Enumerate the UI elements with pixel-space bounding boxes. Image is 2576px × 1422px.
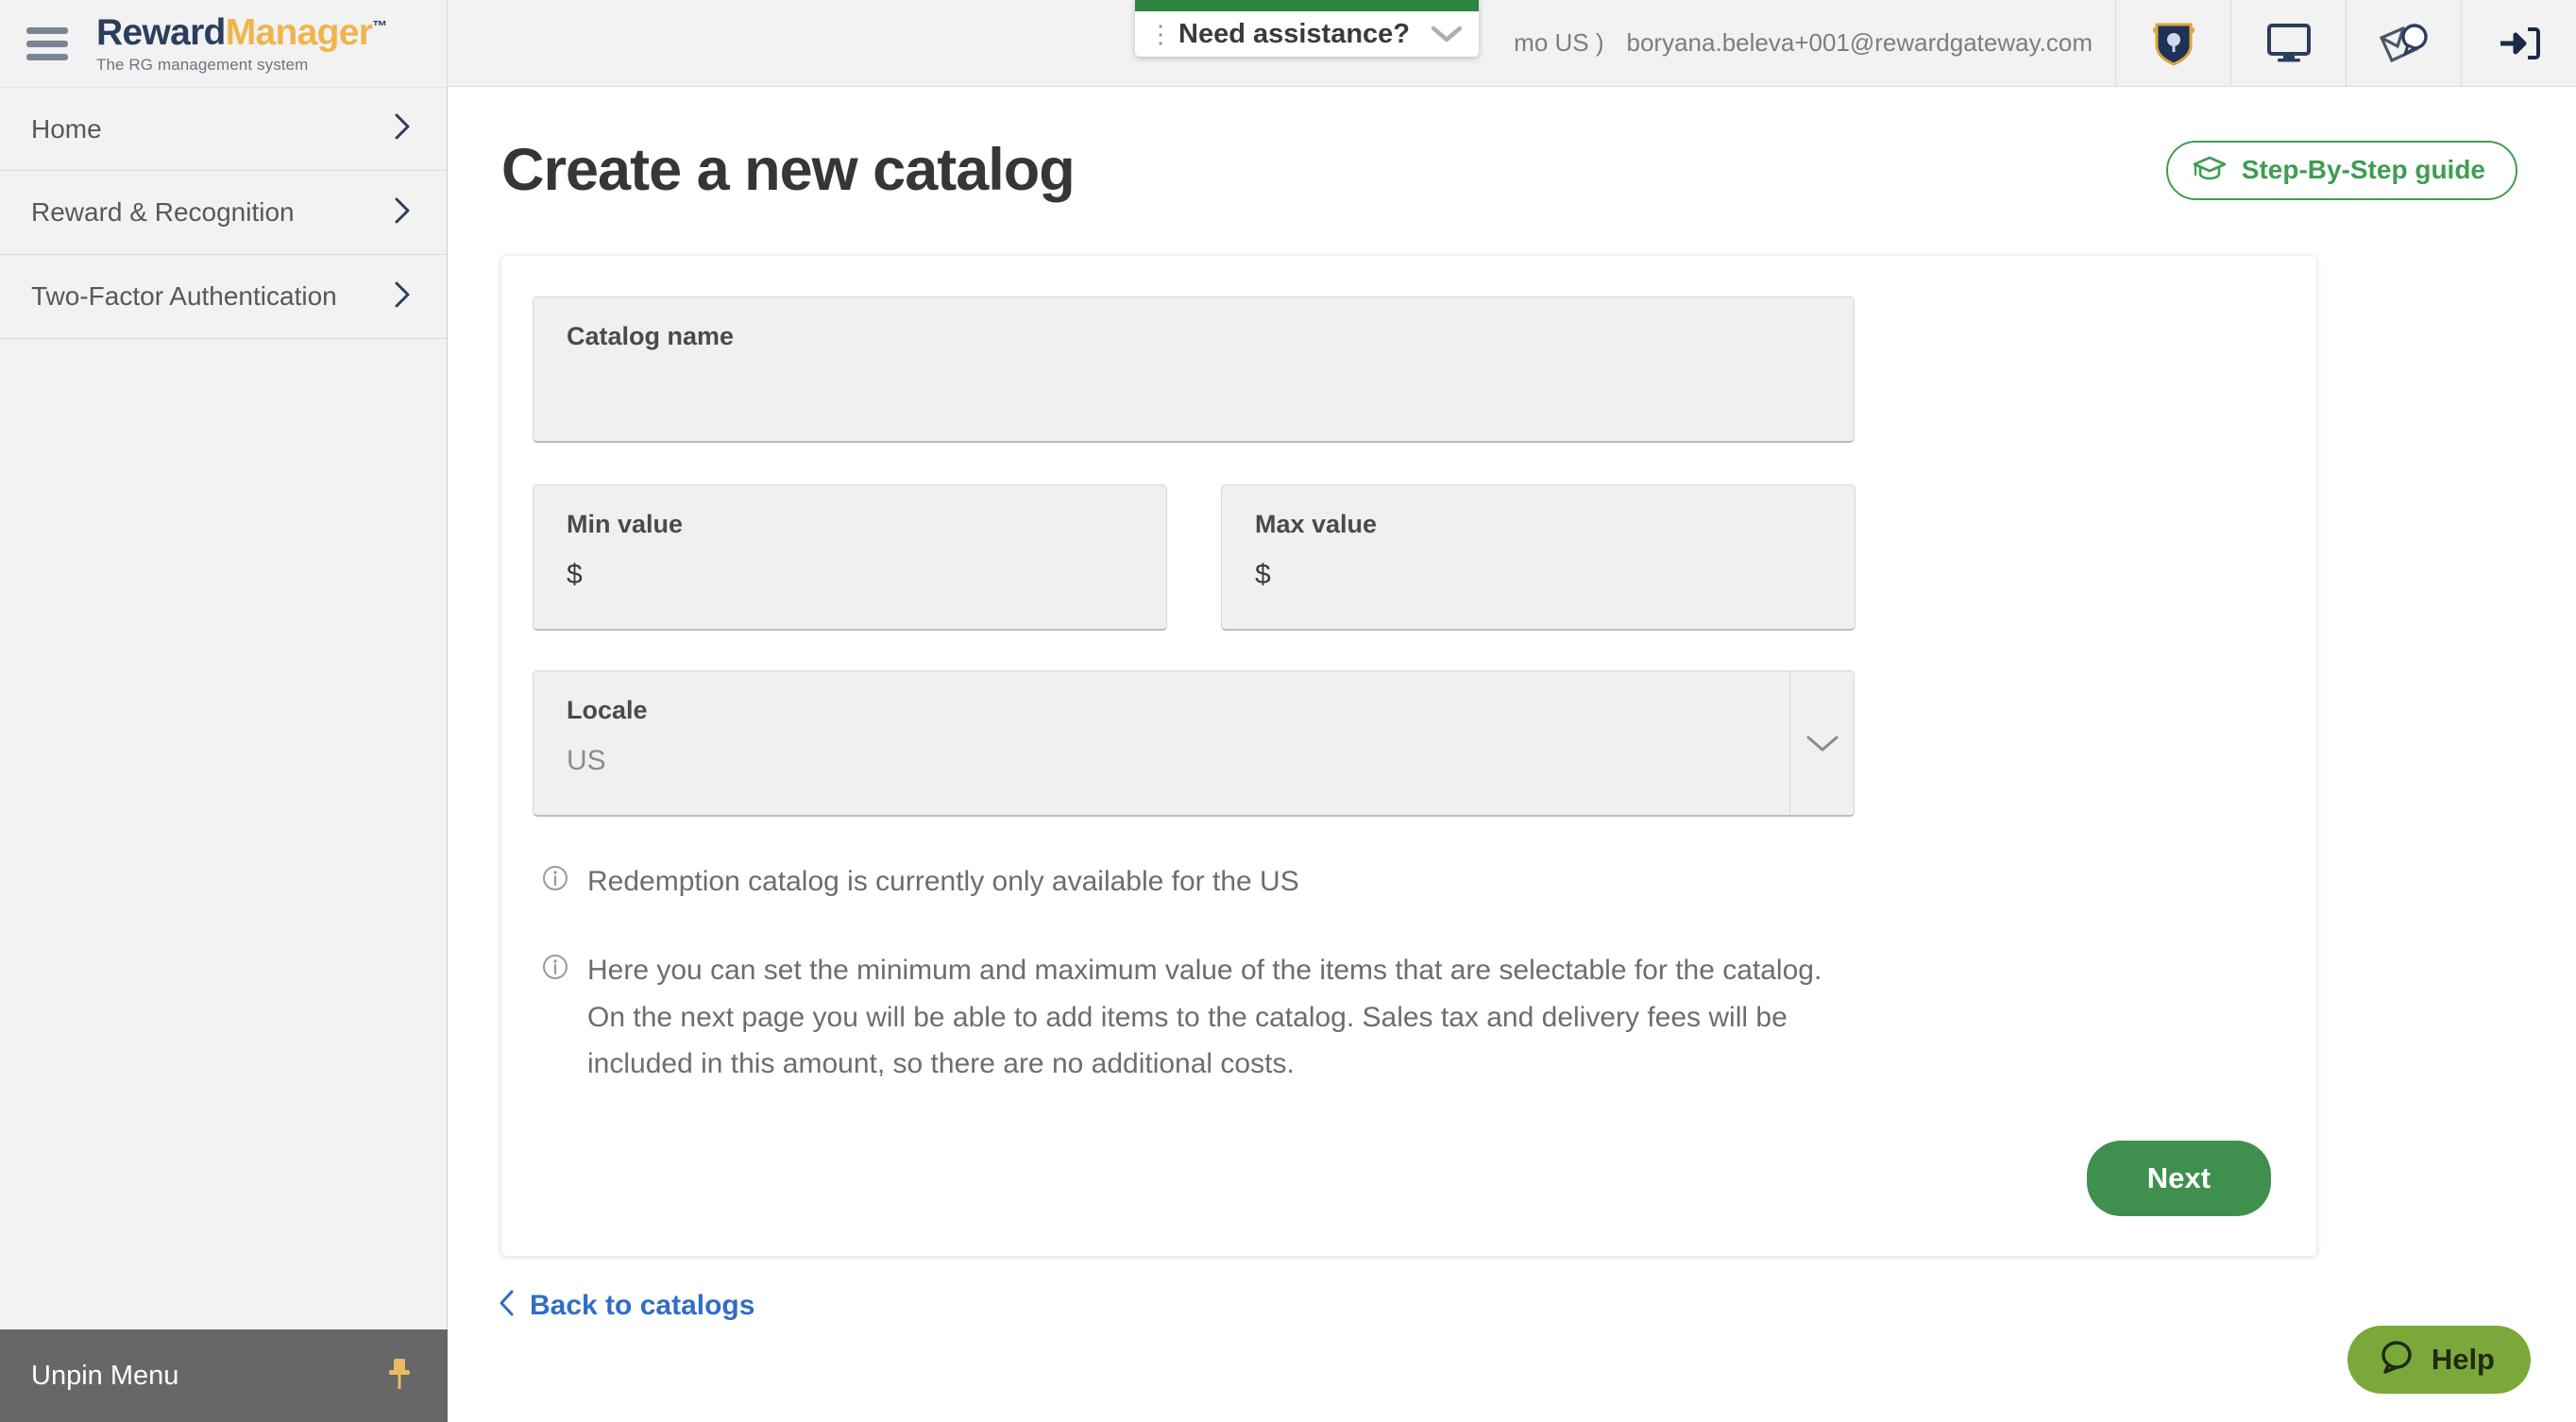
info-icon	[542, 954, 568, 985]
sidebar-item-label: Home	[31, 113, 102, 144]
info-glyph	[543, 866, 568, 890]
chevron-right-icon	[392, 279, 413, 314]
hamburger-line	[26, 53, 68, 60]
min-value-label: Min value	[567, 510, 684, 538]
unpin-menu-button[interactable]: Unpin Menu	[0, 1329, 448, 1422]
shield-badge-icon[interactable]	[2115, 0, 2230, 87]
logout-glyph	[2500, 26, 2540, 59]
help-button[interactable]: Help	[2347, 1326, 2531, 1394]
chevron-left-glyph	[500, 1290, 514, 1316]
info-glyph	[543, 954, 568, 979]
brand-logo[interactable]: RewardManager™ The RG management system	[96, 12, 387, 74]
chevron-right-glyph	[395, 197, 410, 223]
chevron-right-icon	[392, 111, 413, 146]
sidebar-item-reward-recognition[interactable]: Reward & Recognition	[0, 171, 447, 255]
sidebar-empty-space	[0, 339, 447, 1340]
chevron-right-glyph	[395, 113, 410, 140]
chevron-right-icon	[392, 195, 413, 230]
locale-select-display[interactable]: Locale US	[534, 671, 1789, 815]
next-button[interactable]: Next	[2086, 1141, 2271, 1217]
pin-glyph	[389, 1358, 410, 1389]
value-range-hint: Here you can set the minimum and maximum…	[533, 947, 1836, 1088]
graduation-cap-glyph	[2193, 156, 2227, 179]
unpin-menu-label: Unpin Menu	[31, 1360, 179, 1391]
shield-badge-glyph	[2152, 23, 2195, 66]
brand-name-first: Reward	[96, 12, 226, 53]
logout-icon[interactable]	[2461, 0, 2576, 87]
max-value-field[interactable]: Max value $	[1221, 484, 1856, 631]
trademark-symbol: ™	[372, 19, 387, 35]
back-to-catalogs-link[interactable]: Back to catalogs	[498, 1288, 754, 1323]
hamburger-line	[26, 26, 68, 34]
mail-feedback-glyph	[2379, 23, 2428, 62]
card-actions: Next	[533, 1141, 2271, 1217]
chevron-down-glyph	[1806, 736, 1838, 752]
step-by-step-guide-label: Step-By-Step guide	[2241, 155, 2485, 184]
speech-bubble-icon	[2378, 1340, 2415, 1380]
step-by-step-guide-button[interactable]: Step-By-Step guide	[2165, 140, 2517, 200]
top-bar-right: mo US ) boryana.beleva+001@rewardgateway…	[448, 0, 2576, 87]
drag-handle-icon[interactable]: ⋮	[1148, 22, 1173, 46]
top-bar: RewardManager™ The RG management system …	[0, 0, 2576, 87]
hamburger-menu-icon[interactable]	[26, 26, 68, 60]
page-title: Create a new catalog	[501, 137, 1076, 203]
back-to-catalogs-label: Back to catalogs	[530, 1289, 755, 1321]
mail-feedback-icon[interactable]	[2346, 0, 2461, 87]
chevron-left-icon	[498, 1288, 517, 1323]
assistance-body[interactable]: ⋮ Need assistance?	[1135, 11, 1479, 57]
locale-label: Locale	[567, 696, 648, 724]
value-range-text: Here you can set the minimum and maximum…	[587, 954, 1822, 1080]
brand-title: RewardManager™	[96, 12, 387, 53]
locale-value: US	[567, 745, 606, 776]
max-value-currency-prefix: $	[1255, 559, 1271, 590]
need-assistance-widget[interactable]: ⋮ Need assistance?	[1135, 0, 1479, 57]
chevron-down-icon[interactable]	[1789, 671, 1854, 815]
brand-zone: RewardManager™ The RG management system	[0, 0, 448, 87]
speech-bubble-glyph	[2381, 1340, 2412, 1374]
sidebar: Home Reward & Recognition Two-Factor Aut…	[0, 87, 448, 1422]
chevron-down-glyph	[1431, 25, 1463, 42]
hamburger-line	[26, 40, 68, 47]
create-catalog-card: Catalog name Min value $ Max value $ Loc…	[501, 256, 2316, 1257]
monitor-glyph	[2266, 23, 2311, 61]
page-header: Create a new catalog Step-By-Step guide	[449, 87, 2576, 204]
assistance-accent-bar	[1135, 0, 1479, 11]
sidebar-item-label: Reward & Recognition	[31, 197, 295, 227]
value-range-row: Min value $ Max value $	[533, 484, 2271, 631]
assistance-label: Need assistance?	[1178, 18, 1411, 49]
monitor-icon[interactable]	[2230, 0, 2346, 87]
sidebar-item-home[interactable]: Home	[0, 87, 447, 171]
locale-availability-hint: Redemption catalog is currently only ava…	[533, 858, 1836, 906]
info-icon	[542, 865, 568, 896]
catalog-name-field[interactable]: Catalog name	[533, 296, 1855, 443]
sidebar-item-label: Two-Factor Authentication	[31, 281, 337, 311]
chevron-right-glyph	[395, 281, 410, 307]
catalog-name-label: Catalog name	[567, 322, 735, 350]
graduation-cap-icon	[2193, 155, 2227, 186]
min-value-field[interactable]: Min value $	[533, 484, 1167, 631]
main-content: Create a new catalog Step-By-Step guide …	[449, 87, 2576, 1422]
max-value-label: Max value	[1255, 510, 1378, 538]
locale-availability-text: Redemption catalog is currently only ava…	[587, 866, 1299, 897]
pin-icon	[385, 1356, 414, 1397]
help-label: Help	[2431, 1343, 2495, 1376]
locale-select[interactable]: Locale US	[533, 670, 1855, 817]
brand-tagline: The RG management system	[96, 56, 309, 74]
chevron-down-icon[interactable]	[1431, 24, 1463, 44]
account-context-label: mo US )	[1514, 28, 1604, 57]
sidebar-item-two-factor-authentication[interactable]: Two-Factor Authentication	[0, 255, 447, 339]
brand-name-second: Manager	[225, 12, 373, 53]
user-email-label: boryana.beleva+001@rewardgateway.com	[1626, 28, 2093, 57]
min-value-currency-prefix: $	[567, 559, 583, 590]
